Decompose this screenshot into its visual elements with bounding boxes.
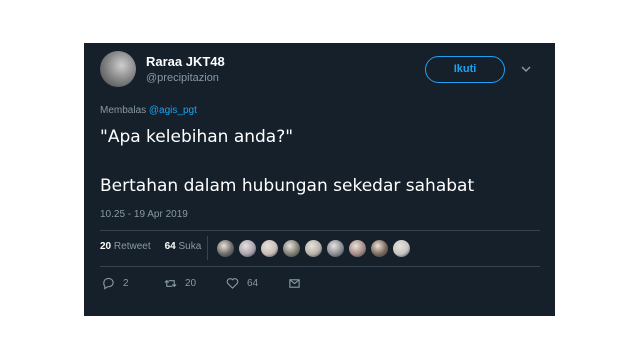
tweet-actions: 2 20 64 — [102, 277, 350, 290]
tweet-timestamp[interactable]: 10.25 - 19 Apr 2019 — [100, 209, 188, 220]
divider — [100, 266, 540, 267]
retweets-count: 20 — [100, 241, 112, 252]
retweets-label: Retweet — [113, 241, 151, 252]
follow-button[interactable]: Ikuti — [425, 56, 505, 83]
tweet-stats: 20 Retweet 64 Suka — [100, 241, 201, 252]
liker-avatar[interactable] — [392, 239, 411, 258]
envelope-icon — [289, 279, 300, 288]
stats-separator — [207, 236, 208, 260]
liker-avatar[interactable] — [370, 239, 389, 258]
likers-avatars — [216, 239, 411, 258]
retweets-stat[interactable]: 20 Retweet — [100, 241, 151, 252]
liker-avatar[interactable] — [304, 239, 323, 258]
message-action[interactable] — [288, 277, 350, 290]
like-count: 64 — [247, 278, 259, 289]
retweet-icon — [164, 279, 177, 288]
likes-count: 64 — [164, 241, 176, 252]
divider — [100, 230, 540, 231]
user-avatar[interactable] — [100, 51, 136, 87]
liker-avatar[interactable] — [216, 239, 235, 258]
liker-avatar[interactable] — [326, 239, 345, 258]
reply-count: 2 — [123, 278, 129, 289]
liker-avatar[interactable] — [238, 239, 257, 258]
likes-label: Suka — [178, 241, 202, 252]
heart-icon — [226, 278, 239, 289]
retweet-count: 20 — [185, 278, 197, 289]
reply-prefix: Membalas — [100, 105, 149, 116]
reply-mention-link[interactable]: @agis_pgt — [149, 105, 197, 116]
chevron-down-icon[interactable] — [519, 62, 533, 76]
tweet-text-line-2: Bertahan dalam hubungan sekedar sahabat — [100, 176, 475, 196]
user-name[interactable]: Raraa JKT48 — [146, 54, 225, 69]
tweet-text-line-1: "Apa kelebihan anda?" — [100, 127, 294, 147]
user-handle[interactable]: @precipitazion — [146, 72, 219, 84]
liker-avatar[interactable] — [260, 239, 279, 258]
liker-avatar[interactable] — [348, 239, 367, 258]
reply-context: Membalas @agis_pgt — [100, 105, 197, 116]
liker-avatar[interactable] — [282, 239, 301, 258]
like-action[interactable]: 64 — [226, 277, 288, 290]
tweet-card: Raraa JKT48 @precipitazion Ikuti Membala… — [84, 43, 555, 316]
reply-icon — [103, 277, 114, 290]
reply-action[interactable]: 2 — [102, 277, 164, 290]
retweet-action[interactable]: 20 — [164, 277, 226, 290]
likes-stat[interactable]: 64 Suka — [165, 241, 202, 252]
